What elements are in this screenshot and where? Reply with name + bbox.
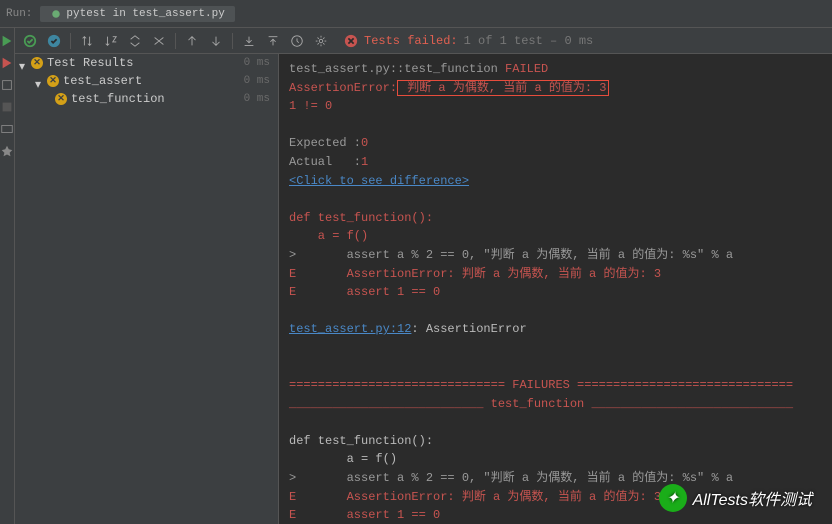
watermark: ✦ AllTests软件测试: [659, 484, 812, 512]
run-config-name: pytest in test_assert.py: [66, 8, 224, 20]
tree-node-test-assert[interactable]: ▾✕test_assert 0 ms: [15, 72, 278, 90]
rerun-failed-icon[interactable]: [0, 56, 14, 70]
main: Tests failed: 1 of 1 test – 0 ms ▾✕Test …: [0, 28, 832, 524]
caret-icon: ▾: [19, 59, 27, 67]
topbar: Run: pytest in test_assert.py: [0, 0, 832, 28]
fail-icon: ✕: [55, 93, 67, 105]
pytest-icon: [50, 8, 62, 20]
console-output[interactable]: test_assert.py::test_function FAILED[100…: [279, 54, 832, 524]
collapse-all-icon[interactable]: [148, 30, 170, 52]
tree-node-test-function[interactable]: ✕test_function 0 ms: [15, 90, 278, 108]
pin-icon[interactable]: [0, 144, 14, 158]
location-line: test_assert.py:12: AssertionError: [289, 322, 527, 336]
settings-icon[interactable]: [310, 30, 332, 52]
fail-status-icon: [344, 34, 358, 48]
fail-icon: ✕: [31, 57, 43, 69]
sort-abc-icon[interactable]: [100, 30, 122, 52]
test-tree[interactable]: ▾✕Test Results 0 ms ▾✕test_assert 0 ms ✕…: [15, 54, 279, 524]
content-split: ▾✕Test Results 0 ms ▾✕test_assert 0 ms ✕…: [15, 54, 832, 524]
layout-icon[interactable]: [0, 122, 14, 136]
test-function-header: ___________________________ test_functio…: [289, 397, 793, 411]
run-config-tab[interactable]: pytest in test_assert.py: [40, 6, 234, 22]
left-gutter: [0, 28, 15, 524]
toggle-auto-icon[interactable]: [0, 78, 14, 92]
sort-icon[interactable]: [76, 30, 98, 52]
wechat-icon: ✦: [659, 484, 687, 512]
export-icon[interactable]: [238, 30, 260, 52]
stop-icon[interactable]: [0, 100, 14, 114]
failures-header: ============================== FAILURES …: [289, 378, 793, 392]
history-icon[interactable]: [286, 30, 308, 52]
actual-line: Actual :1: [289, 155, 368, 169]
expand-all-icon[interactable]: [124, 30, 146, 52]
fail-icon: ✕: [47, 75, 59, 87]
caret-icon: ▾: [35, 77, 43, 85]
run-label: Run:: [6, 8, 32, 20]
run-icon[interactable]: [0, 34, 14, 48]
test-panel: Tests failed: 1 of 1 test – 0 ms ▾✕Test …: [15, 28, 832, 524]
diff-link[interactable]: <Click to see difference>: [289, 174, 469, 188]
toolbar-icons: [15, 30, 336, 52]
next-icon[interactable]: [205, 30, 227, 52]
prev-icon[interactable]: [181, 30, 203, 52]
test-toolbar: Tests failed: 1 of 1 test – 0 ms: [15, 28, 832, 54]
assertion-error-line: AssertionError: 判断 a 为偶数, 当前 a 的值为: 3: [289, 80, 609, 96]
expected-line: Expected :0: [289, 136, 368, 150]
import-icon[interactable]: [262, 30, 284, 52]
fail-detail: 1 of 1 test – 0 ms: [464, 34, 594, 48]
test-header: test_assert.py::test_function FAILED: [289, 62, 548, 76]
tree-root[interactable]: ▾✕Test Results 0 ms: [15, 54, 278, 72]
test-status: Tests failed: 1 of 1 test – 0 ms: [344, 34, 593, 48]
fail-label: Tests failed:: [364, 34, 458, 48]
show-ignored-icon[interactable]: [43, 30, 65, 52]
show-passed-icon[interactable]: [19, 30, 41, 52]
